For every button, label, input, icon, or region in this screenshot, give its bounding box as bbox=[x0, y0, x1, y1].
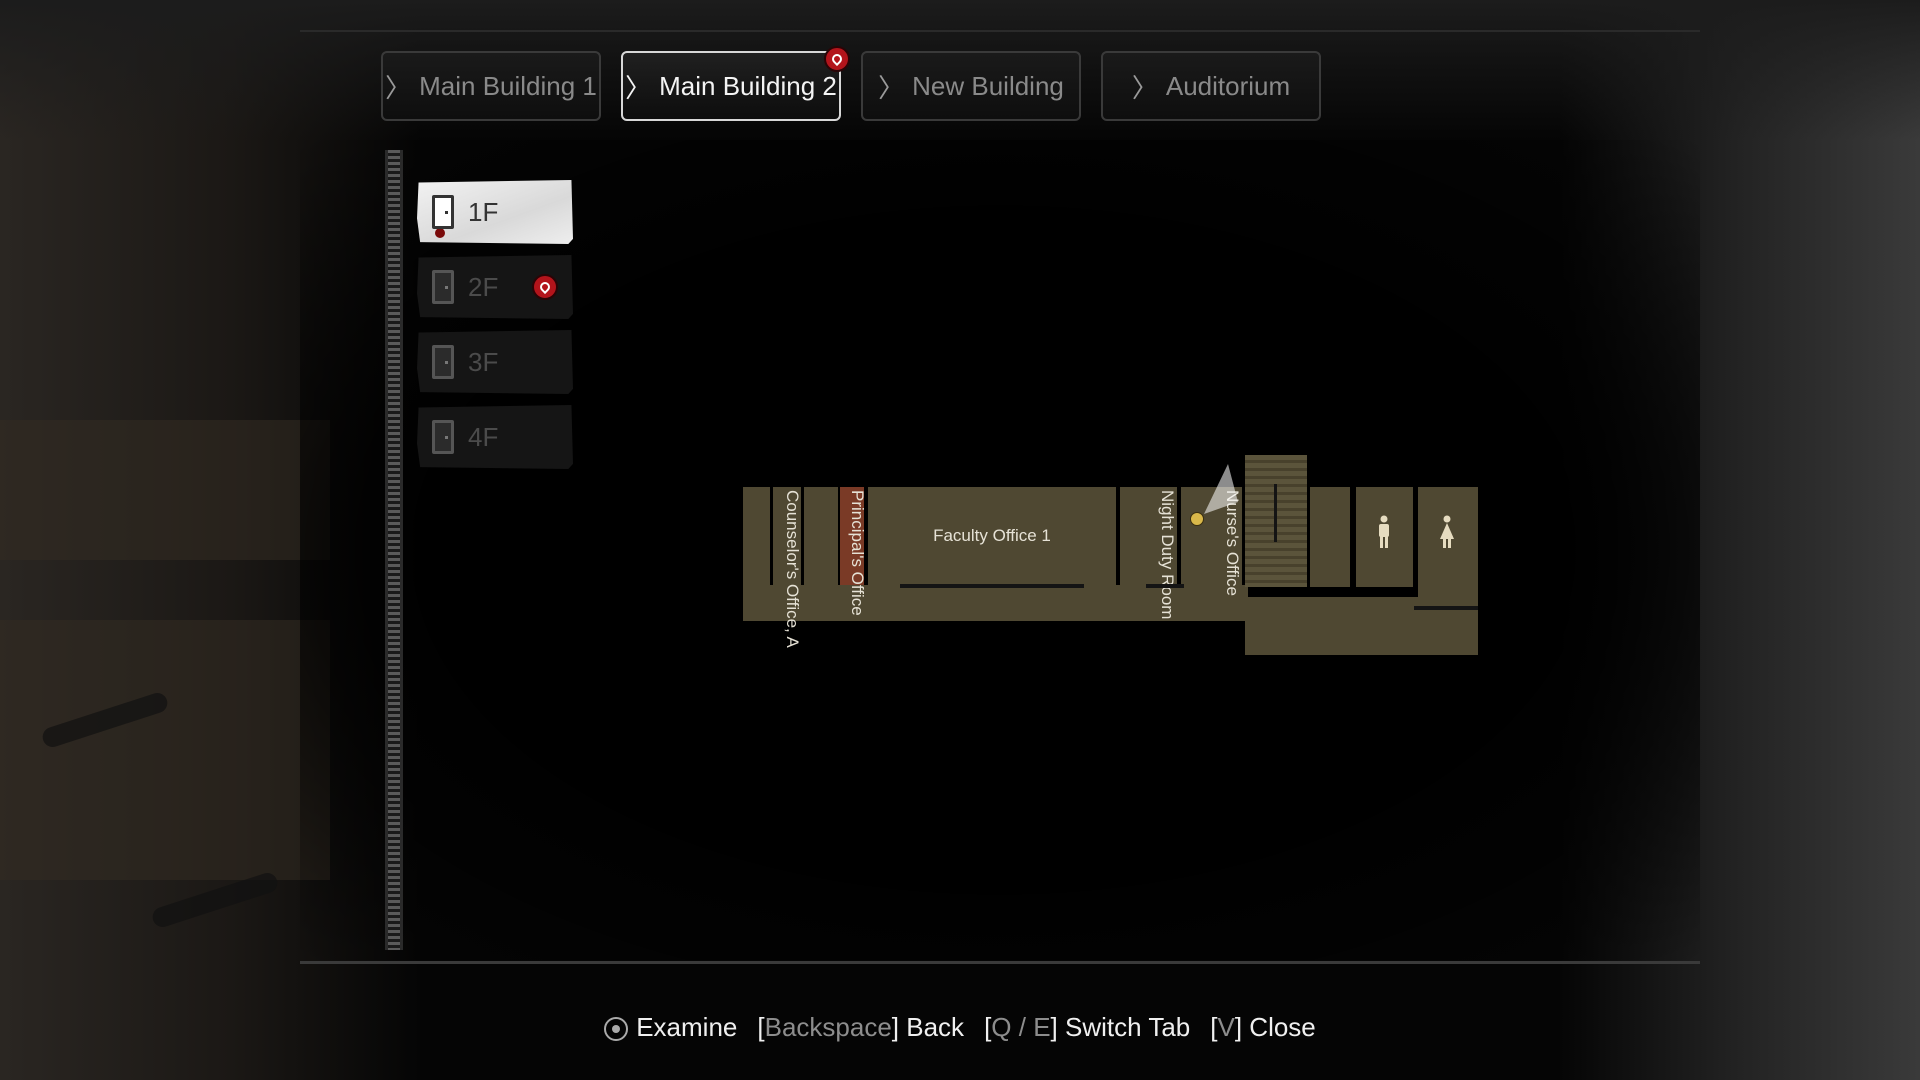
chevron-right-icon: 〉 bbox=[625, 72, 652, 103]
door-icon bbox=[432, 345, 454, 379]
room-label: Night Duty Room bbox=[1158, 490, 1177, 620]
player-view-cone bbox=[1204, 464, 1238, 514]
room-label: Faculty Office 1 bbox=[933, 526, 1051, 545]
tab-label: Main Building 1 bbox=[419, 70, 597, 101]
examine-icon bbox=[604, 1017, 629, 1042]
wall bbox=[900, 584, 1084, 588]
background-drawer bbox=[0, 620, 330, 880]
stair-divider bbox=[1274, 484, 1277, 542]
floor-label: 1F bbox=[468, 196, 499, 227]
room-storage bbox=[1310, 487, 1350, 587]
floor-button-1f[interactable]: 1F bbox=[417, 180, 573, 244]
player-marker-icon bbox=[1190, 512, 1204, 526]
tab-label: New Building bbox=[912, 70, 1064, 101]
bottom-divider bbox=[300, 961, 1700, 964]
floor-button-3f[interactable]: 3F bbox=[417, 330, 573, 394]
chevron-right-icon: 〉 bbox=[878, 72, 905, 103]
close-hint[interactable]: [V] Close bbox=[1210, 1012, 1316, 1043]
top-divider bbox=[300, 30, 1700, 32]
switch-tab-key: Q / E bbox=[991, 1012, 1051, 1042]
wall bbox=[1414, 606, 1478, 610]
tab-new-building[interactable]: 〉 New Building bbox=[861, 51, 1081, 121]
chevron-right-icon: 〉 bbox=[1131, 72, 1158, 103]
backspace-key: Backspace bbox=[764, 1012, 892, 1042]
door-icon bbox=[432, 195, 454, 229]
background-drawer bbox=[0, 420, 330, 560]
female-restroom-icon bbox=[1440, 515, 1454, 548]
floor-label: 3F bbox=[468, 346, 499, 377]
floor-button-4f[interactable]: 4F bbox=[417, 405, 573, 469]
tab-main-building-1[interactable]: 〉 Main Building 1 bbox=[381, 51, 601, 121]
chevron-right-icon: 〉 bbox=[385, 72, 412, 103]
room-label: Counselor's Office, A bbox=[783, 490, 802, 648]
switch-tab-label: Switch Tab bbox=[1065, 1012, 1191, 1042]
examine-label: Examine bbox=[636, 1012, 738, 1042]
door-icon bbox=[432, 420, 454, 454]
door-icon bbox=[432, 270, 454, 304]
tab-auditorium[interactable]: 〉 Auditorium bbox=[1101, 51, 1321, 121]
floor-scrollbar[interactable] bbox=[385, 150, 403, 950]
location-pin-icon bbox=[532, 274, 558, 300]
male-restroom-icon bbox=[1379, 515, 1389, 548]
back-hint[interactable]: [Backspace] Back bbox=[757, 1012, 964, 1043]
examine-hint[interactable]: Examine bbox=[604, 1012, 737, 1043]
back-label: Back bbox=[906, 1012, 965, 1042]
wall bbox=[1146, 584, 1184, 588]
close-key: V bbox=[1217, 1012, 1235, 1042]
close-label: Close bbox=[1249, 1012, 1316, 1042]
tab-label: Main Building 2 bbox=[659, 70, 837, 101]
floor-label: 4F bbox=[468, 421, 499, 452]
tab-label: Auditorium bbox=[1165, 70, 1291, 101]
tab-main-building-2[interactable]: 〉 Main Building 2 bbox=[621, 51, 841, 121]
switch-tab-hint[interactable]: [Q / E] Switch Tab bbox=[984, 1012, 1190, 1043]
floor-label: 2F bbox=[468, 271, 499, 302]
location-pin-icon bbox=[824, 46, 850, 72]
room-label: Principal's Office bbox=[848, 490, 867, 616]
control-hints: Examine [Backspace] Back [Q / E] Switch … bbox=[0, 1012, 1920, 1043]
